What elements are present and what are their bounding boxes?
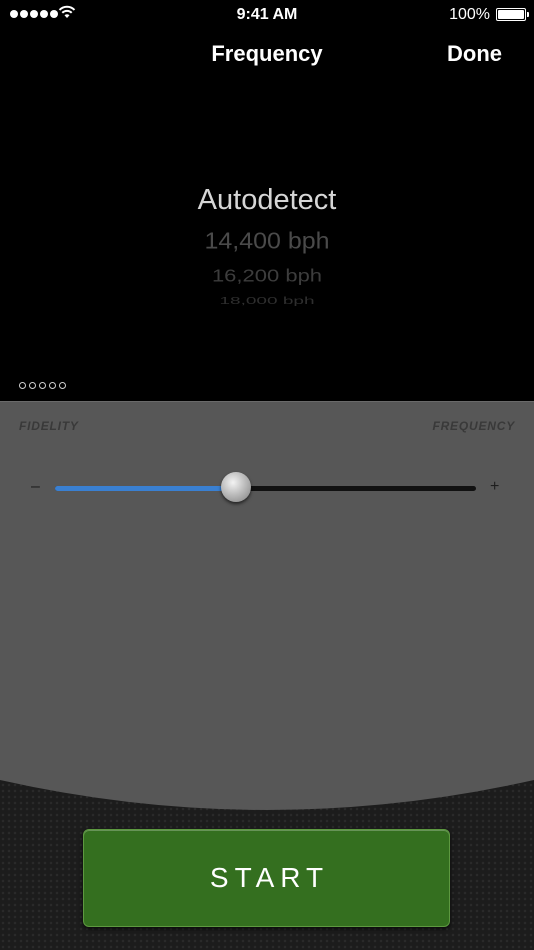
frequency-picker[interactable]: Autodetect 14,400 bph 16,200 bph 18,000 … [0,180,534,320]
battery-icon [496,8,529,21]
minus-icon: – [31,478,40,495]
picker-item-selected[interactable]: Autodetect [0,184,534,217]
status-bar: 9:41 AM 100% [0,0,534,30]
slider-thumb[interactable] [221,472,252,502]
page-indicator[interactable] [19,382,66,389]
picker-item[interactable]: 16,200 bph [0,266,534,287]
picker-item[interactable]: 14,400 bph [0,228,534,255]
battery-fill [498,10,524,19]
slider-fill [55,486,237,491]
frequency-label: FREQUENCY [432,419,515,433]
fidelity-label: FIDELITY [19,419,79,433]
picker-item[interactable]: 18,000 bph [0,295,534,307]
battery-percentage: 100% [449,6,490,23]
fidelity-slider[interactable] [55,472,476,502]
start-button[interactable]: START [83,829,450,927]
plus-icon: + [490,478,500,495]
settings-panel: FIDELITY FREQUENCY – + [0,401,534,822]
panel-curve [0,770,534,810]
done-button[interactable]: Done [447,41,502,67]
